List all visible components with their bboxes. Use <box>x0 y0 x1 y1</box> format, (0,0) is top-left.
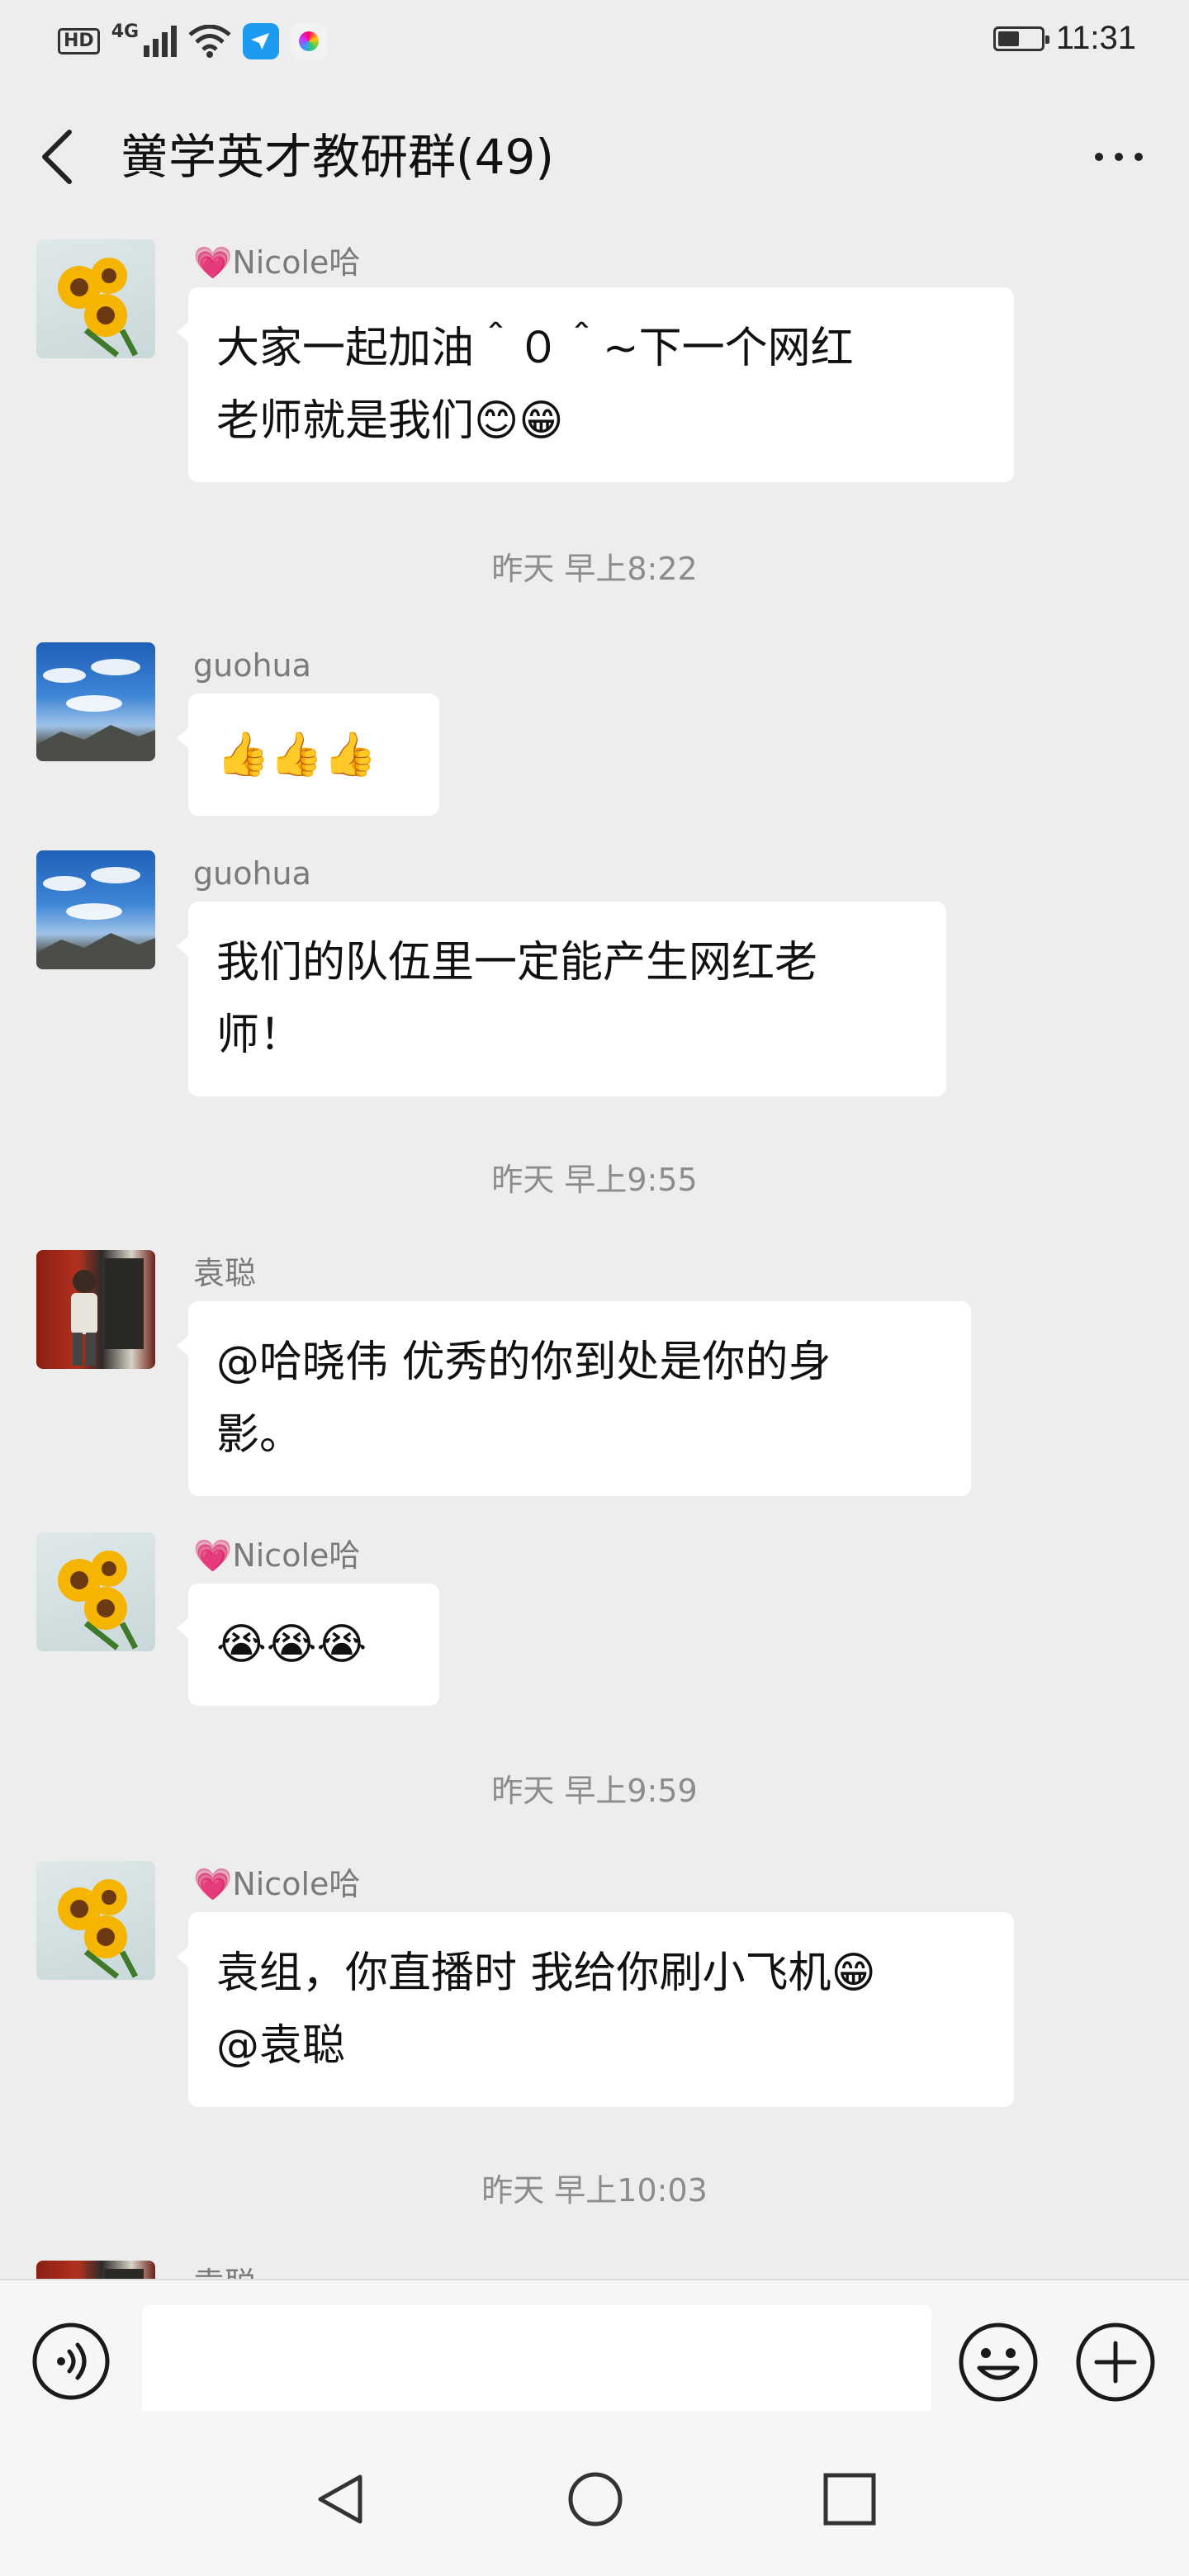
message-text-line: 影。 <box>216 1410 303 1460</box>
sunflower-image <box>58 1551 139 1650</box>
message-input[interactable] <box>142 2305 931 2426</box>
chevron-left-icon[interactable] <box>33 125 83 188</box>
avatar[interactable] <box>36 239 155 358</box>
battery-icon <box>992 26 1049 51</box>
avatar[interactable] <box>36 642 155 761</box>
sender-name: 💗Nicole哈 <box>193 1866 361 1902</box>
nav-back-icon[interactable] <box>312 2470 370 2528</box>
message-bubble[interactable]: 我们的队伍里一定能产生网红老 师！ <box>177 902 946 1096</box>
input-bar <box>0 2279 1189 2426</box>
message-text-line: 袁组，你直播时 我给你刷小飞机😁 <box>216 1949 876 1998</box>
timestamp: 昨天 早上9:55 <box>491 1162 698 1198</box>
nav-home-icon[interactable] <box>566 2470 624 2528</box>
plus-icon[interactable] <box>1075 2322 1156 2403</box>
sky-mountain-image <box>36 867 155 969</box>
avatar[interactable] <box>36 2261 155 2279</box>
timestamp: 昨天 早上8:22 <box>491 551 698 587</box>
message-bubble[interactable]: 👍👍👍 <box>177 694 439 816</box>
avatar[interactable] <box>36 1532 155 1651</box>
nav-recents-icon[interactable] <box>821 2470 879 2528</box>
chat-header: 黉学英才教研群(49) <box>0 83 1189 231</box>
message-list[interactable]: 💗Nicole哈 大家一起加油＾０＾~下一个网红 老师就是我们😊😁 昨天 早上8… <box>0 215 1189 2279</box>
sender-name: 💗Nicole哈 <box>193 244 361 281</box>
person-photo-image <box>71 1258 144 1366</box>
sunflower-image <box>58 1879 139 1979</box>
message-text-line: 😭😭😭 <box>216 1620 367 1669</box>
sender-name: 袁聪 <box>193 1255 257 1291</box>
message-bubble[interactable]: 袁组，你直播时 我给你刷小飞机😁 @袁聪 <box>177 1912 1014 2107</box>
clock: 11:31 <box>1055 20 1136 56</box>
sunflower-image <box>58 258 139 358</box>
message-bubble[interactable]: 大家一起加油＾０＾~下一个网红 老师就是我们😊😁 <box>177 287 1014 482</box>
message-text-line: 师！ <box>216 1011 303 1060</box>
message-bubble[interactable]: 😭😭😭 <box>177 1584 439 1706</box>
avatar[interactable] <box>36 1861 155 1980</box>
signal-icon <box>144 26 178 57</box>
system-nav-bar <box>0 2411 1189 2576</box>
network-type: 4G <box>111 21 140 42</box>
message-text-line: @哈晓伟 优秀的你到处是你的身 <box>216 1338 831 1387</box>
sender-name: 袁聪 <box>193 2261 256 2279</box>
avatar[interactable] <box>36 850 155 969</box>
sender-name: guohua <box>193 647 311 684</box>
message-text-line: 👍👍👍 <box>216 730 377 779</box>
more-dots-icon[interactable] <box>1082 140 1156 173</box>
hd-label: HD <box>58 28 100 54</box>
gallery-app-icon <box>291 23 328 59</box>
message-text-line: 我们的队伍里一定能产生网红老 <box>216 938 818 987</box>
message-text-line: @袁聪 <box>216 2021 346 2071</box>
sender-name: 💗Nicole哈 <box>193 1537 361 1574</box>
timestamp: 昨天 早上10:03 <box>481 2172 708 2209</box>
voice-input-icon[interactable] <box>31 2322 111 2401</box>
message-text-line: 大家一起加油＾０＾~下一个网红 <box>216 324 854 373</box>
emoji-icon[interactable] <box>958 2322 1039 2403</box>
person-photo-image <box>104 2269 144 2279</box>
message-bubble[interactable]: @哈晓伟 优秀的你到处是你的身 影。 <box>177 1301 971 1496</box>
message-text-line: 老师就是我们😊😁 <box>216 396 564 446</box>
sky-mountain-image <box>36 659 155 761</box>
app-notification-icon <box>243 23 280 59</box>
timestamp: 昨天 早上9:59 <box>491 1773 698 1809</box>
wifi-icon <box>188 25 231 58</box>
avatar[interactable] <box>36 1250 155 1369</box>
chat-title: 黉学英才教研群(49) <box>121 129 555 185</box>
sender-name: guohua <box>193 855 311 892</box>
status-bar: HD 4G 11:31 <box>0 0 1189 83</box>
